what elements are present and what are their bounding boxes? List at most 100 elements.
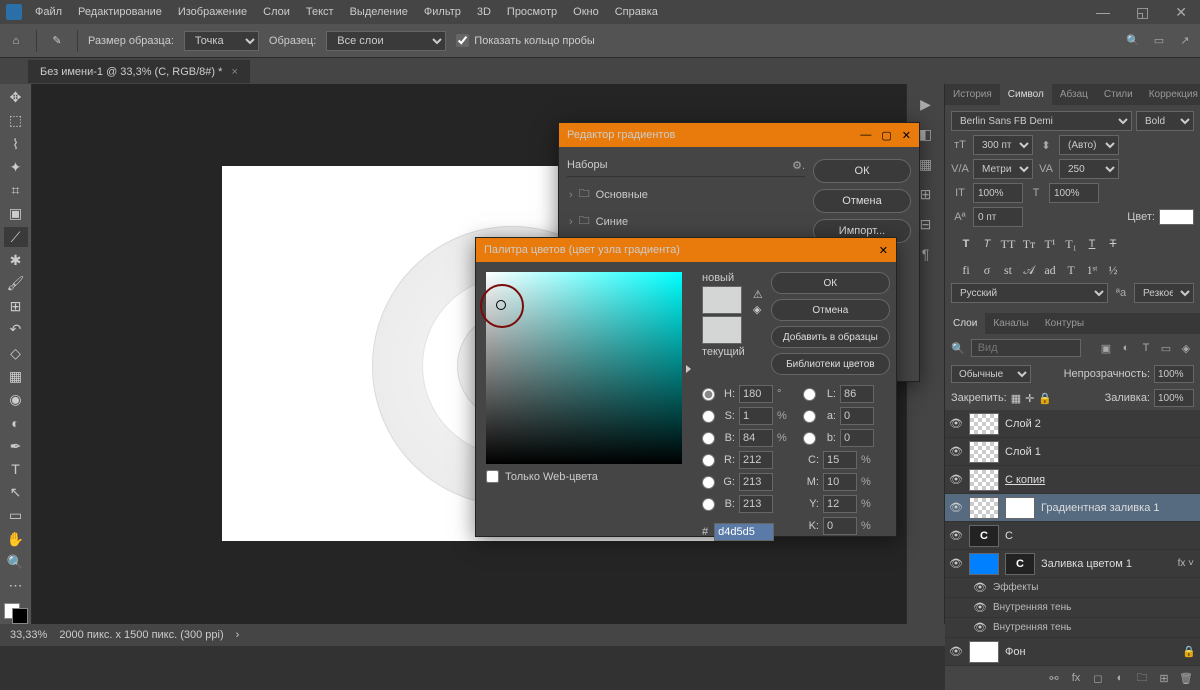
hscale-input[interactable] (1049, 183, 1099, 203)
warning-icon[interactable]: ⚠ (753, 288, 763, 301)
fractions-button[interactable]: 1ˢᵗ (1083, 261, 1101, 279)
antialias-select[interactable]: Резкое (1134, 283, 1194, 303)
color-libraries-button[interactable]: Библиотеки цветов (771, 353, 890, 375)
sample-size-select[interactable]: Точка (184, 31, 259, 51)
layer-search-input[interactable] (971, 339, 1081, 357)
tool-type[interactable]: T (4, 460, 28, 479)
language-select[interactable]: Русский (951, 283, 1108, 303)
visibility-icon[interactable]: 👁 (973, 601, 987, 614)
share-icon[interactable]: ↗ (1176, 32, 1194, 50)
menu-help[interactable]: Справка (608, 3, 665, 21)
sat-input[interactable] (739, 407, 773, 425)
group-icon[interactable]: 🗀 (1134, 670, 1150, 686)
menu-filter[interactable]: Фильтр (417, 3, 468, 21)
hex-input[interactable] (714, 523, 774, 541)
tool-hand[interactable]: ✋ (4, 529, 28, 548)
layer-item[interactable]: 👁С копия (945, 466, 1200, 494)
menu-3d[interactable]: 3D (470, 3, 498, 21)
subscript-button[interactable]: T₁ (1062, 235, 1080, 253)
m-input[interactable] (823, 473, 857, 491)
tool-frame[interactable]: ▣ (4, 204, 28, 223)
visibility-icon[interactable]: 👁 (949, 529, 963, 542)
tab-channels[interactable]: Каналы (985, 313, 1037, 334)
k-input[interactable] (823, 517, 857, 535)
gradient-editor-titlebar[interactable]: Редактор градиентов — ▢ ✕ (559, 123, 919, 147)
tool-marquee[interactable]: ⬚ (4, 111, 28, 130)
layer-item[interactable]: 👁CС (945, 522, 1200, 550)
hue-input[interactable] (739, 385, 773, 403)
superscript-button[interactable]: T¹ (1041, 235, 1059, 253)
layer-effect-item[interactable]: 👁Внутренняя тень (945, 618, 1200, 638)
color-marker[interactable] (496, 300, 506, 310)
dialog-close-icon[interactable]: ✕ (902, 129, 911, 142)
info-arrow-icon[interactable]: › (236, 629, 240, 641)
tool-pen[interactable]: ✒ (4, 437, 28, 456)
eyedropper-icon[interactable]: ✎ (47, 31, 67, 51)
new-layer-icon[interactable]: ⊞ (1156, 670, 1172, 686)
ok-button[interactable]: ОК (771, 272, 890, 294)
tool-history[interactable]: ↶ (4, 320, 28, 339)
dialog-close-icon[interactable]: ✕ (879, 244, 888, 257)
strikethrough-button[interactable]: T (1104, 235, 1122, 253)
hue-radio[interactable] (702, 388, 715, 401)
tool-heal[interactable]: ✱ (4, 251, 28, 270)
adjustment-layer-icon[interactable]: ◐ (1112, 670, 1128, 686)
y-input[interactable] (823, 495, 857, 513)
tool-stamp[interactable]: ⊞ (4, 297, 28, 316)
allcaps-button[interactable]: TT (999, 235, 1017, 253)
color-picker-titlebar[interactable]: Палитра цветов (цвет узла градиента) ✕ (476, 238, 896, 262)
dialog-maximize-icon[interactable]: ▢ (881, 129, 891, 142)
tool-gradient[interactable]: ▦ (4, 367, 28, 386)
smallcaps-button[interactable]: Tᴛ (1020, 235, 1038, 253)
layer-item[interactable]: 👁Слой 1 (945, 438, 1200, 466)
tab-adjustments[interactable]: Коррекция (1141, 84, 1200, 105)
italic-button[interactable]: T (978, 235, 996, 253)
visibility-icon[interactable]: 👁 (949, 445, 963, 458)
visibility-icon[interactable]: 👁 (949, 417, 963, 430)
doc-info[interactable]: 2000 пикс. x 1500 пикс. (300 ppi) (59, 629, 223, 641)
tool-path[interactable]: ↖ (4, 483, 28, 502)
tab-history[interactable]: История (945, 84, 1000, 105)
tool-wand[interactable]: ✦ (4, 158, 28, 177)
vscale-input[interactable] (973, 183, 1023, 203)
bold-button[interactable]: T (957, 235, 975, 253)
cube-icon[interactable]: ◈ (753, 303, 763, 316)
visibility-icon[interactable]: 👁 (949, 557, 963, 570)
ligature-fi-button[interactable]: fi (957, 261, 975, 279)
layer-fx-icon[interactable]: fx (1068, 670, 1084, 686)
lock-pixels-icon[interactable]: ▦ (1011, 392, 1021, 405)
tab-paths[interactable]: Контуры (1037, 313, 1092, 334)
baseline-input[interactable] (973, 207, 1023, 227)
opacity-input[interactable] (1154, 365, 1194, 383)
tracking-select[interactable]: 250 (1059, 159, 1119, 179)
tab-character[interactable]: Символ (1000, 84, 1052, 105)
menu-edit[interactable]: Редактирование (71, 3, 169, 21)
delete-layer-icon[interactable]: 🗑 (1178, 670, 1194, 686)
workspace-icon[interactable]: ▭ (1150, 32, 1168, 50)
zoom-level[interactable]: 33,33% (10, 629, 47, 641)
play-icon[interactable]: ▶ (912, 92, 940, 116)
web-colors-checkbox[interactable] (486, 470, 499, 483)
green-radio[interactable] (702, 476, 715, 489)
gear-icon[interactable]: ⚙. (792, 159, 805, 172)
layer-effects[interactable]: 👁Эффекты (945, 578, 1200, 598)
tab-paragraph[interactable]: Абзац (1052, 84, 1096, 105)
tool-crop[interactable]: ⌗ (4, 181, 28, 200)
ligature-st-button[interactable]: st (999, 261, 1017, 279)
underline-button[interactable]: T (1083, 235, 1101, 253)
ok-button[interactable]: ОК (813, 159, 911, 183)
a-input[interactable] (840, 407, 874, 425)
filter-type-icon[interactable]: T (1138, 340, 1154, 356)
filter-adjust-icon[interactable]: ◐ (1118, 340, 1134, 356)
font-family-select[interactable]: Berlin Sans FB Demi (951, 111, 1132, 131)
add-swatch-button[interactable]: Добавить в образцы (771, 326, 890, 348)
font-size-select[interactable]: 300 пт (973, 135, 1033, 155)
tool-lasso[interactable]: ⌇ (4, 134, 28, 153)
lock-all-icon[interactable]: 🔒 (1038, 392, 1052, 405)
visibility-icon[interactable]: 👁 (973, 621, 987, 634)
bright-radio[interactable] (702, 432, 715, 445)
tool-eyedropper[interactable]: ⟋ (4, 227, 28, 246)
menu-layer[interactable]: Слои (256, 3, 297, 21)
layer-effect-item[interactable]: 👁Внутренняя тень (945, 598, 1200, 618)
fill-input[interactable] (1154, 389, 1194, 407)
